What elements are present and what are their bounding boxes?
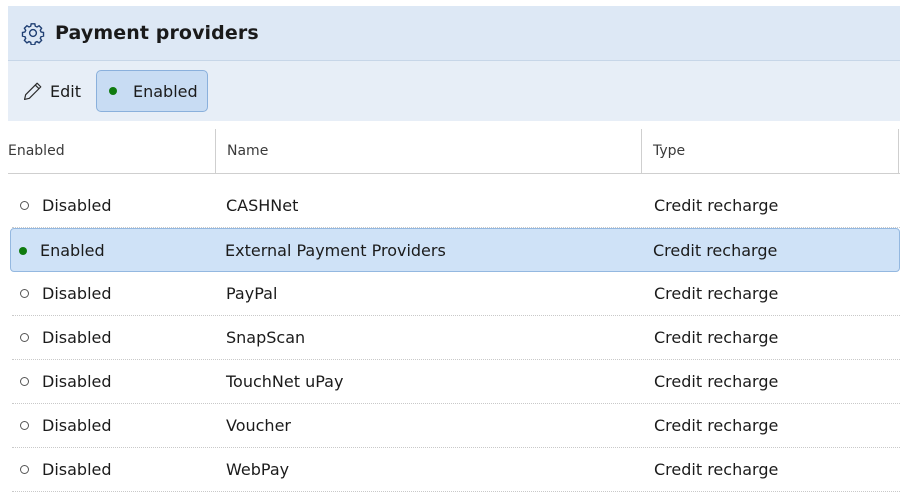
type-cell: Credit recharge	[654, 328, 779, 347]
table-header: Enabled Name Type	[8, 129, 900, 174]
table-row[interactable]: Enabled External Payment Providers Credit …	[10, 228, 900, 272]
column-header-type[interactable]: Type	[641, 129, 899, 173]
status-cell: Disabled	[20, 360, 112, 403]
edit-button[interactable]: Edit	[18, 70, 86, 112]
name-cell: PayPal	[226, 284, 278, 303]
name-cell: TouchNet uPay	[226, 372, 344, 391]
table-row[interactable]: Disabled CASHNet Credit recharge	[12, 184, 900, 228]
enabled-dot-icon	[19, 246, 27, 255]
name-cell: Voucher	[226, 416, 291, 435]
type-cell: Credit recharge	[653, 241, 778, 260]
status-cell: Disabled	[20, 404, 112, 447]
enabled-toggle-label: Enabled	[132, 81, 198, 101]
status-label: Disabled	[42, 460, 112, 479]
pencil-icon	[23, 82, 42, 101]
gear-icon	[21, 23, 45, 45]
status-label: Disabled	[42, 328, 112, 347]
status-cell: Enabled	[19, 229, 105, 272]
name-cell: SnapScan	[226, 328, 306, 347]
name-cell: CASHNet	[226, 196, 299, 215]
disabled-circle-icon	[20, 421, 29, 430]
column-header-enabled[interactable]: Enabled	[8, 129, 215, 173]
enabled-toggle-button[interactable]: Enabled	[95, 70, 208, 112]
status-label: Disabled	[42, 284, 112, 303]
table-row[interactable]: Disabled SnapScan Credit recharge	[12, 316, 900, 360]
type-cell: Credit recharge	[654, 196, 779, 215]
name-cell: WebPay	[226, 460, 290, 479]
name-cell: External Payment Providers	[225, 241, 446, 260]
disabled-circle-icon	[20, 333, 29, 342]
column-header-name[interactable]: Name	[215, 129, 641, 173]
disabled-circle-icon	[20, 377, 29, 386]
status-label: Enabled	[40, 241, 105, 260]
type-cell: Credit recharge	[654, 460, 779, 479]
status-label: Disabled	[42, 372, 112, 391]
status-cell: Disabled	[20, 448, 112, 491]
type-cell: Credit recharge	[654, 372, 779, 391]
status-label: Disabled	[42, 416, 112, 435]
disabled-circle-icon	[20, 289, 29, 298]
edit-button-label: Edit	[50, 81, 81, 101]
disabled-circle-icon	[20, 201, 29, 210]
title-bar: Payment providers	[8, 6, 900, 61]
table-row[interactable]: Disabled TouchNet uPay Credit recharge	[12, 360, 900, 404]
toolbar: Edit Enabled	[8, 61, 900, 121]
status-cell: Disabled	[20, 184, 112, 227]
table-row[interactable]: Disabled WebPay Credit recharge	[12, 448, 900, 492]
status-cell: Disabled	[20, 272, 112, 315]
status-cell: Disabled	[20, 316, 112, 359]
page-title: Payment providers	[55, 22, 259, 44]
status-label: Disabled	[42, 196, 112, 215]
table-row[interactable]: Disabled PayPal Credit recharge	[12, 272, 900, 316]
type-cell: Credit recharge	[654, 284, 779, 303]
disabled-circle-icon	[20, 465, 29, 474]
type-cell: Credit recharge	[654, 416, 779, 435]
table-row[interactable]: Disabled Voucher Credit recharge	[12, 404, 900, 448]
status-dot-icon	[108, 87, 117, 95]
